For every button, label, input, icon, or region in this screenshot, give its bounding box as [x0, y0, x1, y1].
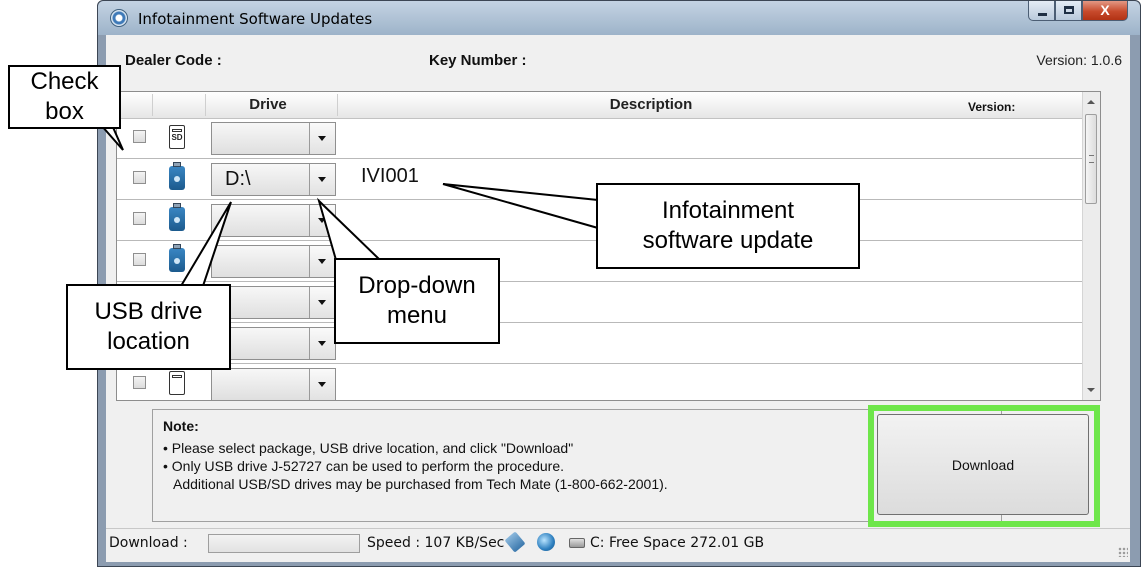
callout-pointer-usb-location: [179, 201, 232, 287]
callout-text: software update: [642, 227, 814, 254]
callout-text: Check: [30, 68, 99, 95]
callout-check-box: Check box: [8, 65, 121, 129]
callout-text: Infotainment: [661, 197, 795, 224]
callout-text: USB drive: [94, 298, 203, 325]
callout-pointer-drop-down: [317, 197, 383, 261]
callout-text: location: [107, 328, 190, 355]
callout-text: menu: [386, 302, 448, 329]
callout-pointer-infotainment: [442, 183, 599, 230]
callout-text: Drop-down: [358, 272, 476, 299]
callout-text: box: [45, 98, 84, 125]
callout-drop-down-menu: Drop-down menu: [334, 258, 500, 344]
callout-usb-drive-location: USB drive location: [66, 284, 231, 370]
callout-infotainment-update: Infotainment software update: [596, 183, 860, 269]
